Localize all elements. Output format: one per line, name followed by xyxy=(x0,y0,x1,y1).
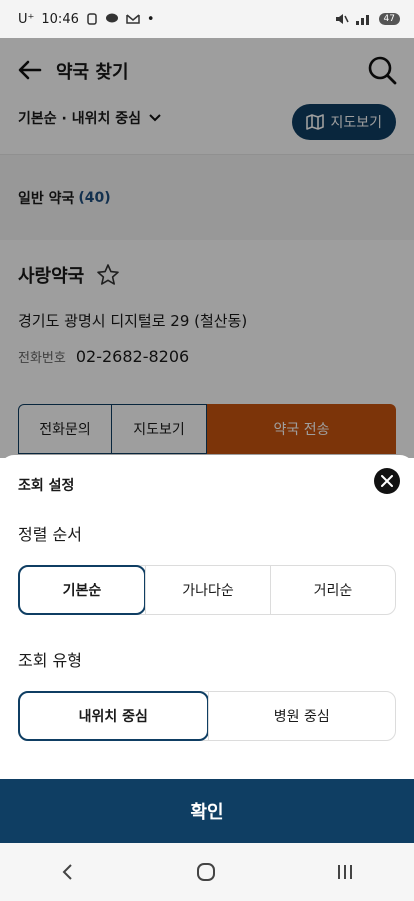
sort-option-default[interactable]: 기본순 xyxy=(18,565,146,615)
carrier-label: U⁺ xyxy=(18,11,35,27)
status-bar: U⁺ 10:46 • 47 xyxy=(0,0,414,38)
nav-back-icon[interactable] xyxy=(58,862,78,882)
nav-home-icon[interactable] xyxy=(195,861,217,883)
signal-icon xyxy=(355,15,369,25)
chat-icon xyxy=(105,13,118,23)
mute-icon xyxy=(335,14,349,24)
search-type-segment: 내위치 중심 병원 중심 xyxy=(18,691,396,741)
battery-icon: 47 xyxy=(378,13,400,25)
sheet-title: 조회 설정 xyxy=(18,478,75,494)
sort-option-distance[interactable]: 거리순 xyxy=(270,566,395,614)
sort-option-alphabetical[interactable]: 가나다순 xyxy=(145,566,270,614)
clock: 10:46 xyxy=(41,11,79,27)
dim-overlay[interactable] xyxy=(0,38,414,458)
status-dot: • xyxy=(146,11,155,27)
search-type-label: 조회 유형 xyxy=(18,651,82,670)
mail-icon xyxy=(126,14,140,24)
status-left: U⁺ 10:46 • xyxy=(18,12,155,27)
nav-recents-icon[interactable] xyxy=(334,862,356,882)
confirm-button[interactable]: 확인 xyxy=(0,779,414,843)
status-right: 47 xyxy=(335,13,400,25)
query-settings-sheet: 조회 설정 정렬 순서 기본순 가나다순 거리순 조회 유형 내위치 중심 병원… xyxy=(0,455,414,779)
close-button[interactable] xyxy=(374,468,400,494)
system-nav-bar xyxy=(0,843,414,901)
search-type-hospital[interactable]: 병원 중심 xyxy=(207,692,396,740)
close-icon xyxy=(381,475,393,487)
notification-icon xyxy=(87,13,97,25)
search-type-my-location[interactable]: 내위치 중심 xyxy=(18,691,209,741)
sort-order-segment: 기본순 가나다순 거리순 xyxy=(18,565,396,615)
sort-order-label: 정렬 순서 xyxy=(18,525,82,544)
